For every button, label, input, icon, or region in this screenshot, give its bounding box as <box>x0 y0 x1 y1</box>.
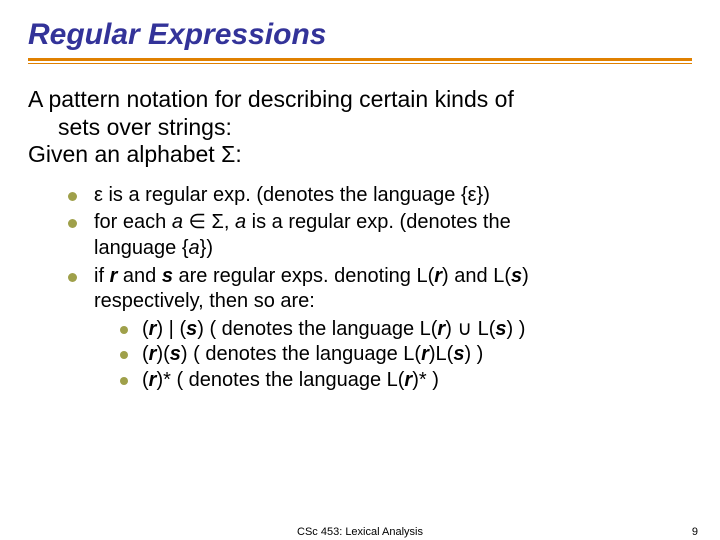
var-a: a <box>172 211 183 233</box>
epsilon-symbol: ε <box>94 184 103 206</box>
b3-b: and <box>117 265 161 287</box>
s1-s2: s <box>495 318 506 340</box>
bullet-3: if r and s are regular exps. denoting L(… <box>68 264 692 394</box>
b3-f: respectively, then so are: <box>94 290 315 312</box>
s2-c: ) ( denotes the language L( <box>181 343 421 365</box>
slide: Regular Expressions A pattern notation f… <box>0 0 720 540</box>
s1-c: ) ( denotes the language L( <box>197 318 437 340</box>
s1-e: ) ) <box>507 318 526 340</box>
var-a-2: a <box>235 211 246 233</box>
s2-s2: s <box>453 343 464 365</box>
s1-a: ( <box>142 318 149 340</box>
s2-s: s <box>170 343 181 365</box>
var-r-2: r <box>434 265 442 287</box>
b1-b: }) <box>477 184 490 206</box>
page-number: 9 <box>692 526 698 538</box>
s2-b: )( <box>156 343 169 365</box>
b2-d: is a regular exp. (denotes the <box>246 211 511 233</box>
b2-b: ∈ <box>183 211 212 233</box>
var-s-2: s <box>511 265 522 287</box>
s2-e: ) ) <box>464 343 483 365</box>
sigma-symbol: Σ <box>221 141 235 167</box>
title-rule-thick <box>28 58 692 61</box>
intro-line-1: A pattern notation for describing certai… <box>28 86 692 114</box>
s3-a: ( <box>142 369 149 391</box>
intro-3b: : <box>235 141 241 167</box>
s3-c: )* ) <box>412 369 439 391</box>
footer-center: CSc 453: Lexical Analysis <box>0 526 720 538</box>
s3-b: )* ( denotes the language L( <box>156 369 404 391</box>
b3-c: are regular exps. denoting L( <box>173 265 434 287</box>
sub-3: (r)* ( denotes the language L(r)* ) <box>120 368 692 394</box>
sigma-symbol-2: Σ <box>212 211 224 233</box>
intro-line-2: sets over strings: <box>28 114 692 142</box>
s1-s: s <box>186 318 197 340</box>
sub-2: (r)(s) ( denotes the language L(r)L(s) ) <box>120 342 692 368</box>
intro-line-3: Given an alphabet Σ: <box>28 141 692 169</box>
s2-a: ( <box>142 343 149 365</box>
sub-list: (r) | (s) ( denotes the language L(r) ∪ … <box>94 317 692 394</box>
b1-a: is a regular exp. (denotes the language … <box>103 184 468 206</box>
epsilon-symbol-2: ε <box>468 184 477 206</box>
var-a-3: a <box>189 237 200 259</box>
slide-body: A pattern notation for describing certai… <box>28 86 692 394</box>
var-s: s <box>162 265 173 287</box>
b3-d: ) and L( <box>442 265 511 287</box>
b2-e: language { <box>94 237 189 259</box>
b2-a: for each <box>94 211 172 233</box>
b2-f: }) <box>200 237 213 259</box>
bullet-list: ε is a regular exp. (denotes the languag… <box>28 183 692 394</box>
s1-d: ) ∪ L( <box>445 318 495 340</box>
bullet-1: ε is a regular exp. (denotes the languag… <box>68 183 692 209</box>
b2-c: , <box>224 211 235 233</box>
intro-text: A pattern notation for describing certai… <box>28 86 692 169</box>
bullet-2: for each a ∈ Σ, a is a regular exp. (den… <box>68 210 692 261</box>
s2-d: )L( <box>429 343 453 365</box>
intro-3a: Given an alphabet <box>28 141 221 167</box>
s1-b: ) | ( <box>156 318 186 340</box>
slide-title: Regular Expressions <box>28 18 692 52</box>
title-rule-thin <box>28 63 692 64</box>
s2-r2: r <box>421 343 429 365</box>
b3-e: ) <box>522 265 529 287</box>
b3-a: if <box>94 265 110 287</box>
sub-1: (r) | (s) ( denotes the language L(r) ∪ … <box>120 317 692 343</box>
